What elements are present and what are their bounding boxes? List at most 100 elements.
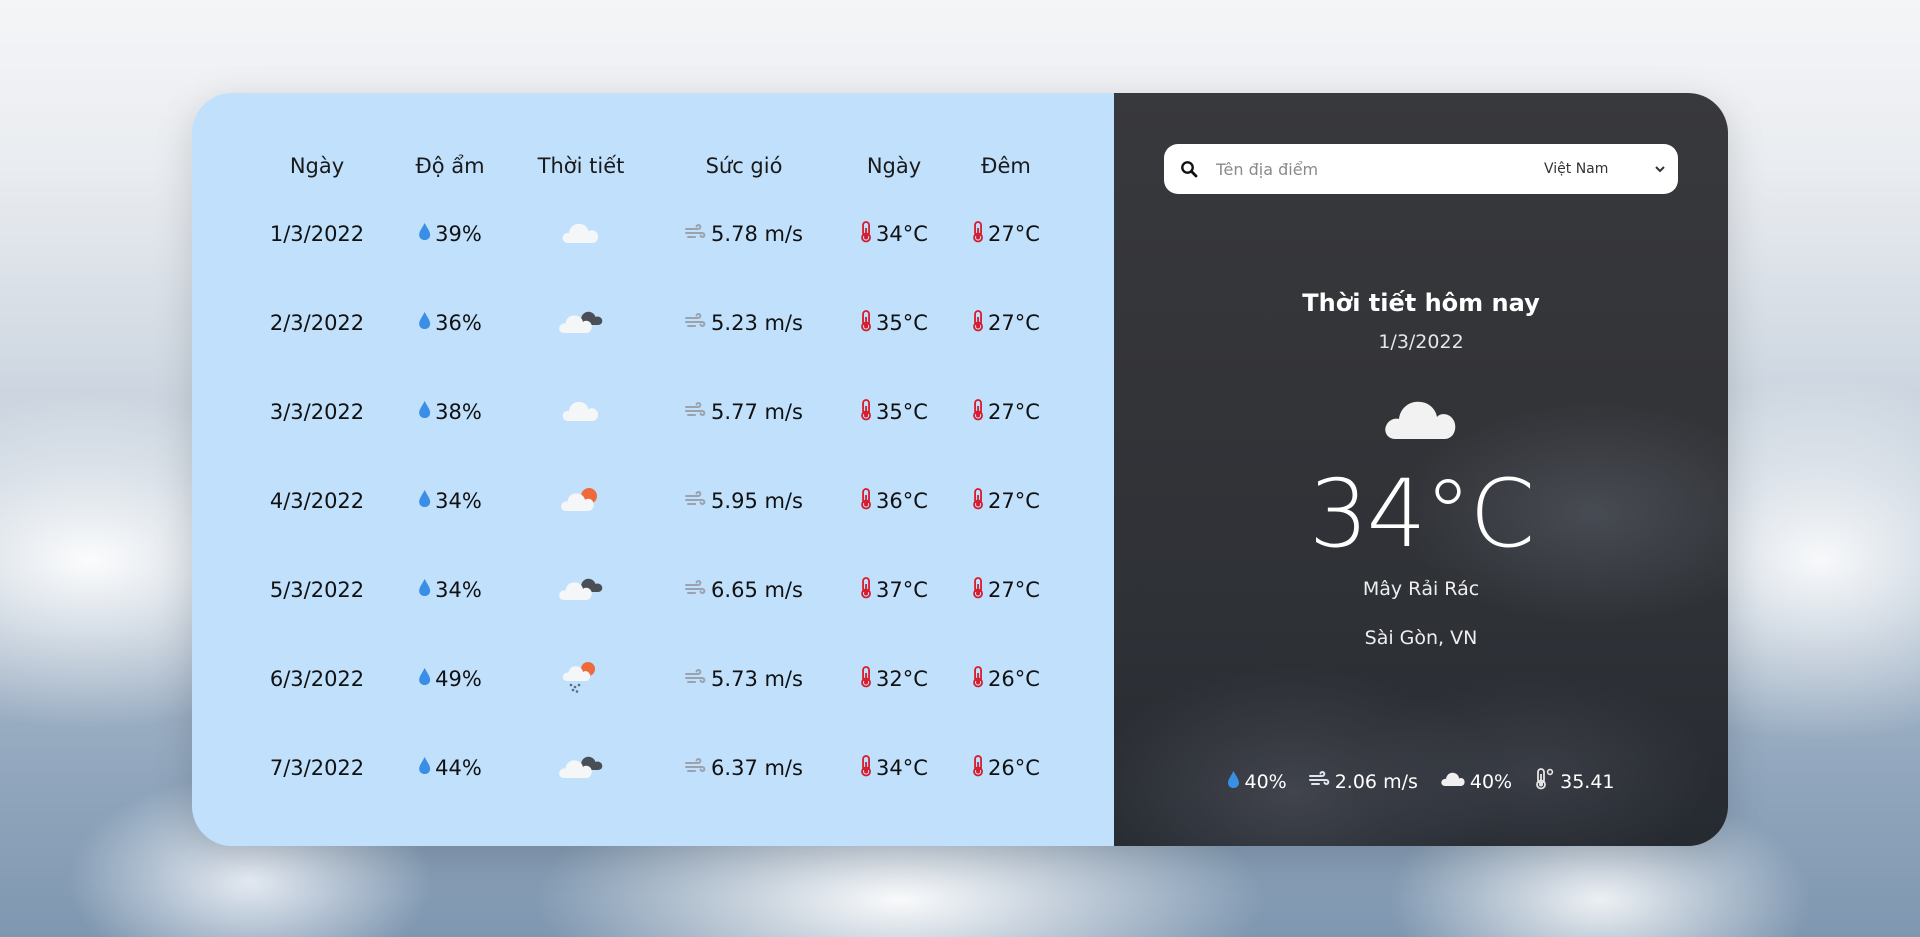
location-search-input[interactable]	[1214, 158, 1538, 180]
forecast-humidity-value: 34%	[435, 489, 482, 513]
header-date: Ngày	[289, 154, 345, 178]
forecast-humidity-value: 39%	[435, 222, 482, 246]
forecast-weather	[557, 303, 605, 343]
forecast-wind: 5.95 m/s	[685, 481, 803, 521]
thermometer-icon	[860, 220, 872, 248]
today-location: Sài Gòn, VN	[1364, 627, 1478, 649]
today-humidity: 40%	[1227, 770, 1287, 794]
today-feels-like-value: 35.41	[1560, 770, 1615, 793]
today-date: 1/3/2022	[1378, 331, 1464, 353]
forecast-weather	[559, 481, 603, 521]
thermometer-icon	[860, 398, 872, 426]
forecast-night-temp: 27°C	[972, 214, 1040, 254]
forecast-night-temp-value: 27°C	[988, 578, 1040, 602]
thermometer-icon	[972, 576, 984, 604]
forecast-row: 7/3/2022 44% 6.37 m/s 34°C 26°C	[192, 748, 1114, 788]
forecast-row: 2/3/2022 36% 5.23 m/s 35°C 27°C	[192, 303, 1114, 343]
wind-icon	[685, 578, 707, 602]
forecast-day-temp-value: 34°C	[876, 756, 928, 780]
forecast-night-temp-value: 26°C	[988, 667, 1040, 691]
forecast-panel: Ngày Độ ẩm Thời tiết Sức gió Ngày Đêm 1/…	[192, 93, 1114, 846]
partly-cloudy-icon	[559, 484, 603, 519]
header-humidity: Độ ẩm	[415, 154, 485, 178]
cloud-icon	[1382, 401, 1460, 447]
forecast-date: 1/3/2022	[269, 222, 365, 246]
forecast-wind-value: 5.95 m/s	[711, 489, 803, 513]
today-description: Mây Rải Rác	[1362, 578, 1480, 600]
header-weather: Thời tiết	[537, 154, 625, 178]
forecast-wind: 6.37 m/s	[685, 748, 803, 788]
forecast-weather	[557, 748, 605, 788]
forecast-day-temp: 35°C	[860, 303, 928, 343]
forecast-wind: 5.73 m/s	[685, 659, 803, 699]
forecast-night-temp: 27°C	[972, 303, 1040, 343]
forecast-night-temp: 27°C	[972, 392, 1040, 432]
search-bar: Việt Nam	[1164, 144, 1678, 194]
today-stats: 40% 2.06 m/s 40% 35.41	[1114, 768, 1728, 795]
forecast-day-temp-value: 37°C	[876, 578, 928, 602]
water-drop-icon	[1227, 770, 1240, 794]
thermometer-icon	[972, 309, 984, 337]
today-wind: 2.06 m/s	[1308, 770, 1418, 793]
wind-icon	[685, 222, 707, 246]
forecast-date: 4/3/2022	[269, 489, 365, 513]
search-icon[interactable]	[1164, 160, 1214, 178]
forecast-day-temp-value: 36°C	[876, 489, 928, 513]
forecast-row: 6/3/2022 49% 5.73 m/s 32°C 26°C	[192, 659, 1114, 699]
forecast-day-temp: 34°C	[860, 748, 928, 788]
forecast-weather	[557, 570, 605, 610]
forecast-wind-value: 5.73 m/s	[711, 667, 803, 691]
water-drop-icon	[418, 222, 431, 246]
thermometer-icon	[860, 487, 872, 515]
thermometer-icon	[860, 665, 872, 693]
thermometer-degree-icon	[1534, 768, 1556, 795]
forecast-wind-value: 5.23 m/s	[711, 311, 803, 335]
forecast-humidity: 39%	[418, 214, 482, 254]
forecast-wind-value: 6.65 m/s	[711, 578, 803, 602]
weather-card: Ngày Độ ẩm Thời tiết Sức gió Ngày Đêm 1/…	[192, 93, 1728, 846]
cloud-icon	[560, 396, 602, 429]
forecast-night-temp-value: 27°C	[988, 222, 1040, 246]
water-drop-icon	[418, 311, 431, 335]
thermometer-icon	[972, 487, 984, 515]
forecast-humidity-value: 44%	[435, 756, 482, 780]
forecast-humidity-value: 36%	[435, 311, 482, 335]
thermometer-icon	[860, 754, 872, 782]
forecast-weather	[560, 392, 602, 432]
header-night-temp: Đêm	[981, 154, 1031, 178]
forecast-wind-value: 6.37 m/s	[711, 756, 803, 780]
forecast-humidity: 49%	[418, 659, 482, 699]
today-humidity-value: 40%	[1244, 770, 1287, 793]
forecast-night-temp: 27°C	[972, 570, 1040, 610]
forecast-humidity-value: 38%	[435, 400, 482, 424]
header-day-temp: Ngày	[866, 154, 922, 178]
forecast-header-row: Ngày Độ ẩm Thời tiết Sức gió Ngày Đêm	[192, 146, 1114, 186]
broken-clouds-icon	[557, 751, 605, 786]
forecast-row: 5/3/2022 34% 6.65 m/s 37°C 27°C	[192, 570, 1114, 610]
today-clouds: 40%	[1440, 770, 1512, 793]
forecast-wind-value: 5.78 m/s	[711, 222, 803, 246]
forecast-date: 7/3/2022	[269, 756, 365, 780]
forecast-humidity: 38%	[418, 392, 482, 432]
water-drop-icon	[418, 756, 431, 780]
forecast-wind: 5.77 m/s	[685, 392, 803, 432]
today-temperature: 34°C	[1308, 460, 1535, 569]
forecast-weather	[561, 659, 601, 699]
forecast-night-temp: 27°C	[972, 481, 1040, 521]
today-title: Thời tiết hôm nay	[1302, 289, 1540, 317]
forecast-date: 2/3/2022	[269, 311, 365, 335]
water-drop-icon	[418, 489, 431, 513]
forecast-day-temp-value: 35°C	[876, 311, 928, 335]
country-select[interactable]: Việt Nam	[1540, 160, 1668, 178]
light-rain-icon	[561, 659, 601, 700]
wind-icon	[685, 489, 707, 513]
forecast-day-temp-value: 35°C	[876, 400, 928, 424]
wind-icon	[1308, 770, 1331, 793]
thermometer-icon	[972, 754, 984, 782]
forecast-humidity: 44%	[418, 748, 482, 788]
forecast-day-temp: 36°C	[860, 481, 928, 521]
thermometer-icon	[972, 398, 984, 426]
forecast-row: 3/3/2022 38% 5.77 m/s 35°C 27°C	[192, 392, 1114, 432]
water-drop-icon	[418, 667, 431, 691]
forecast-weather	[560, 214, 602, 254]
